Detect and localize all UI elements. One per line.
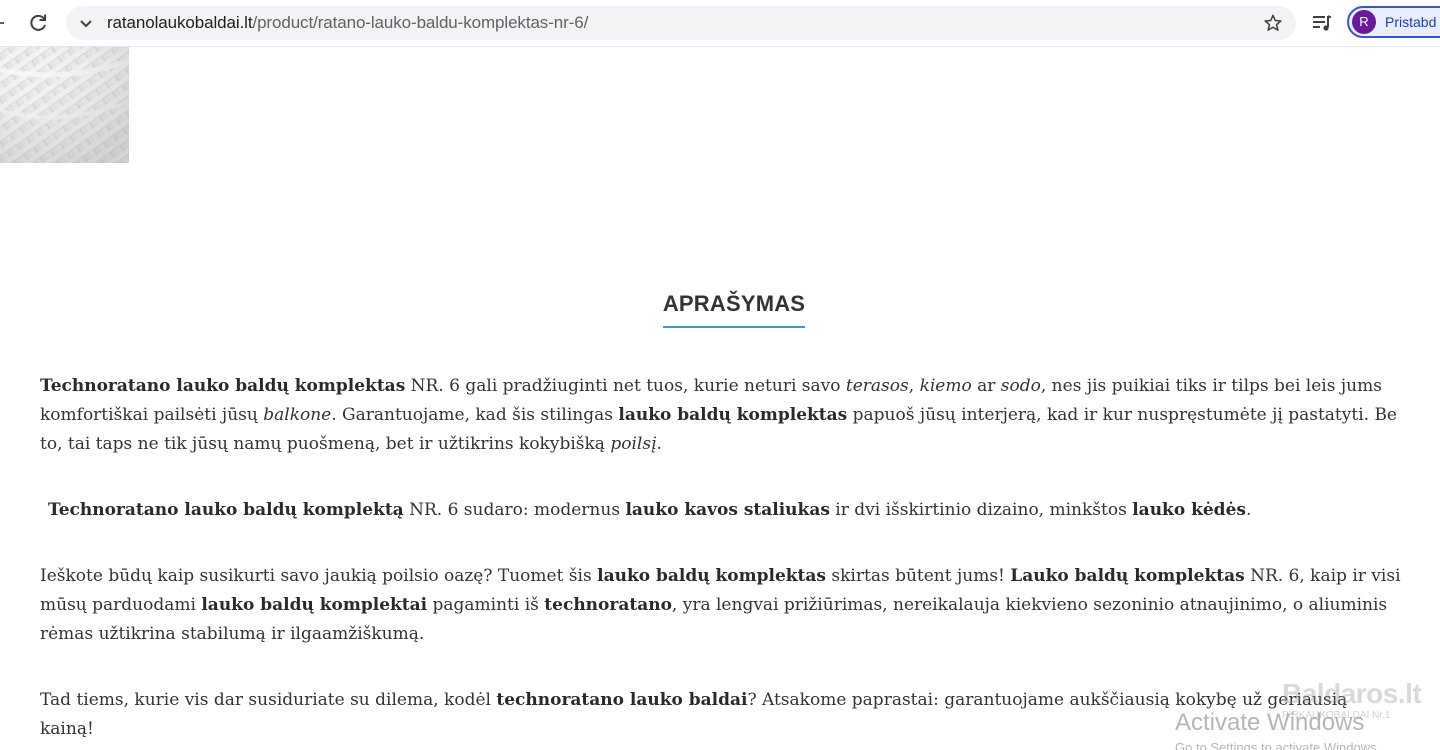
keyword-bold: lauko baldų komplektas — [618, 405, 848, 425]
avatar: R — [1352, 10, 1376, 34]
site-watermark-logo: Baldaros.lt — [1282, 678, 1422, 709]
text-run: NR. 6 gali pradžiuginti net tuos, kurie … — [405, 376, 846, 396]
text-run: . Garantuojame, kad šis stilingas — [331, 405, 619, 425]
keyword-italic: balkone — [263, 405, 332, 425]
star-icon[interactable] — [1263, 13, 1283, 33]
keyword-bold: technoratano — [544, 595, 672, 615]
text-run: NR. 6 sudaro: modernus — [403, 500, 626, 520]
product-description: Technoratano lauko baldų komplektas NR. … — [40, 372, 1402, 744]
address-bar[interactable]: ratanolaukobaldai.lt/product/ratano-lauk… — [66, 6, 1296, 40]
text-run: pagaminti iš — [427, 595, 545, 615]
url-host: ratanolaukobaldai.lt — [107, 13, 253, 32]
os-activation-subtitle: Go to Settings to activate Windows. — [1175, 740, 1381, 750]
keyword-italic: terasos — [845, 376, 909, 396]
description-paragraph: Technoratano lauko baldų komplektą NR. 6… — [40, 496, 1402, 525]
text-run: Tad tiems, kurie vis dar susiduriate su … — [40, 690, 497, 710]
text-run: . — [656, 434, 662, 454]
description-heading: APRAŠYMAS — [662, 291, 806, 328]
description-paragraph: Technoratano lauko baldų komplektas NR. … — [40, 372, 1402, 459]
rattan-texture-image — [0, 47, 129, 163]
keyword-bold: lauko kėdės — [1132, 500, 1246, 520]
text-run: . — [1245, 500, 1252, 520]
keyword-bold: lauko baldų komplektai — [201, 595, 428, 615]
url-text[interactable]: ratanolaukobaldai.lt/product/ratano-lauk… — [107, 14, 588, 32]
keyword-italic: poilsį — [610, 434, 657, 454]
text-run: skirtas būtent jums! — [826, 566, 1011, 586]
profile-button[interactable]: R Pristabd — [1347, 6, 1440, 38]
text-run: Ieškote būdų kaip susikurti savo jaukią … — [40, 566, 598, 586]
browser-toolbar: ratanolaukobaldai.lt/product/ratano-lauk… — [0, 0, 1440, 47]
description-heading-wrap: APRAŠYMAS — [0, 291, 1440, 328]
description-paragraph: Ieškote būdų kaip susikurti savo jaukią … — [40, 562, 1402, 649]
text-run: ir dvi išskirtinio dizaino, minkštos — [829, 500, 1133, 520]
os-activation-title: Activate Windows — [1175, 709, 1365, 736]
product-thumbnail[interactable] — [0, 47, 129, 163]
text-run: ar — [971, 376, 1001, 396]
keyword-italic: kiemo — [919, 376, 972, 396]
keyword-bold: lauko baldų komplektas — [597, 566, 826, 586]
keyword-bold: Technoratano lauko baldų komplektą — [48, 500, 404, 520]
keyword-bold: Lauko baldų komplektas — [1010, 566, 1245, 586]
keyword-bold: lauko kavos staliukas — [625, 500, 830, 520]
chevron-down-icon[interactable] — [78, 15, 94, 31]
url-path: /product/ratano-lauko-baldu-komplektas-n… — [252, 13, 589, 32]
profile-label: Pristabd — [1385, 14, 1437, 30]
keyword-italic: sodo — [1000, 376, 1041, 396]
reload-icon[interactable] — [26, 11, 50, 35]
back-arrow-icon[interactable] — [0, 13, 10, 33]
text-run: , — [908, 376, 920, 396]
keyword-bold: technoratano lauko baldai — [496, 690, 748, 710]
media-queue-icon[interactable] — [1311, 12, 1333, 34]
keyword-bold: Technoratano lauko baldų komplektas — [40, 376, 406, 396]
